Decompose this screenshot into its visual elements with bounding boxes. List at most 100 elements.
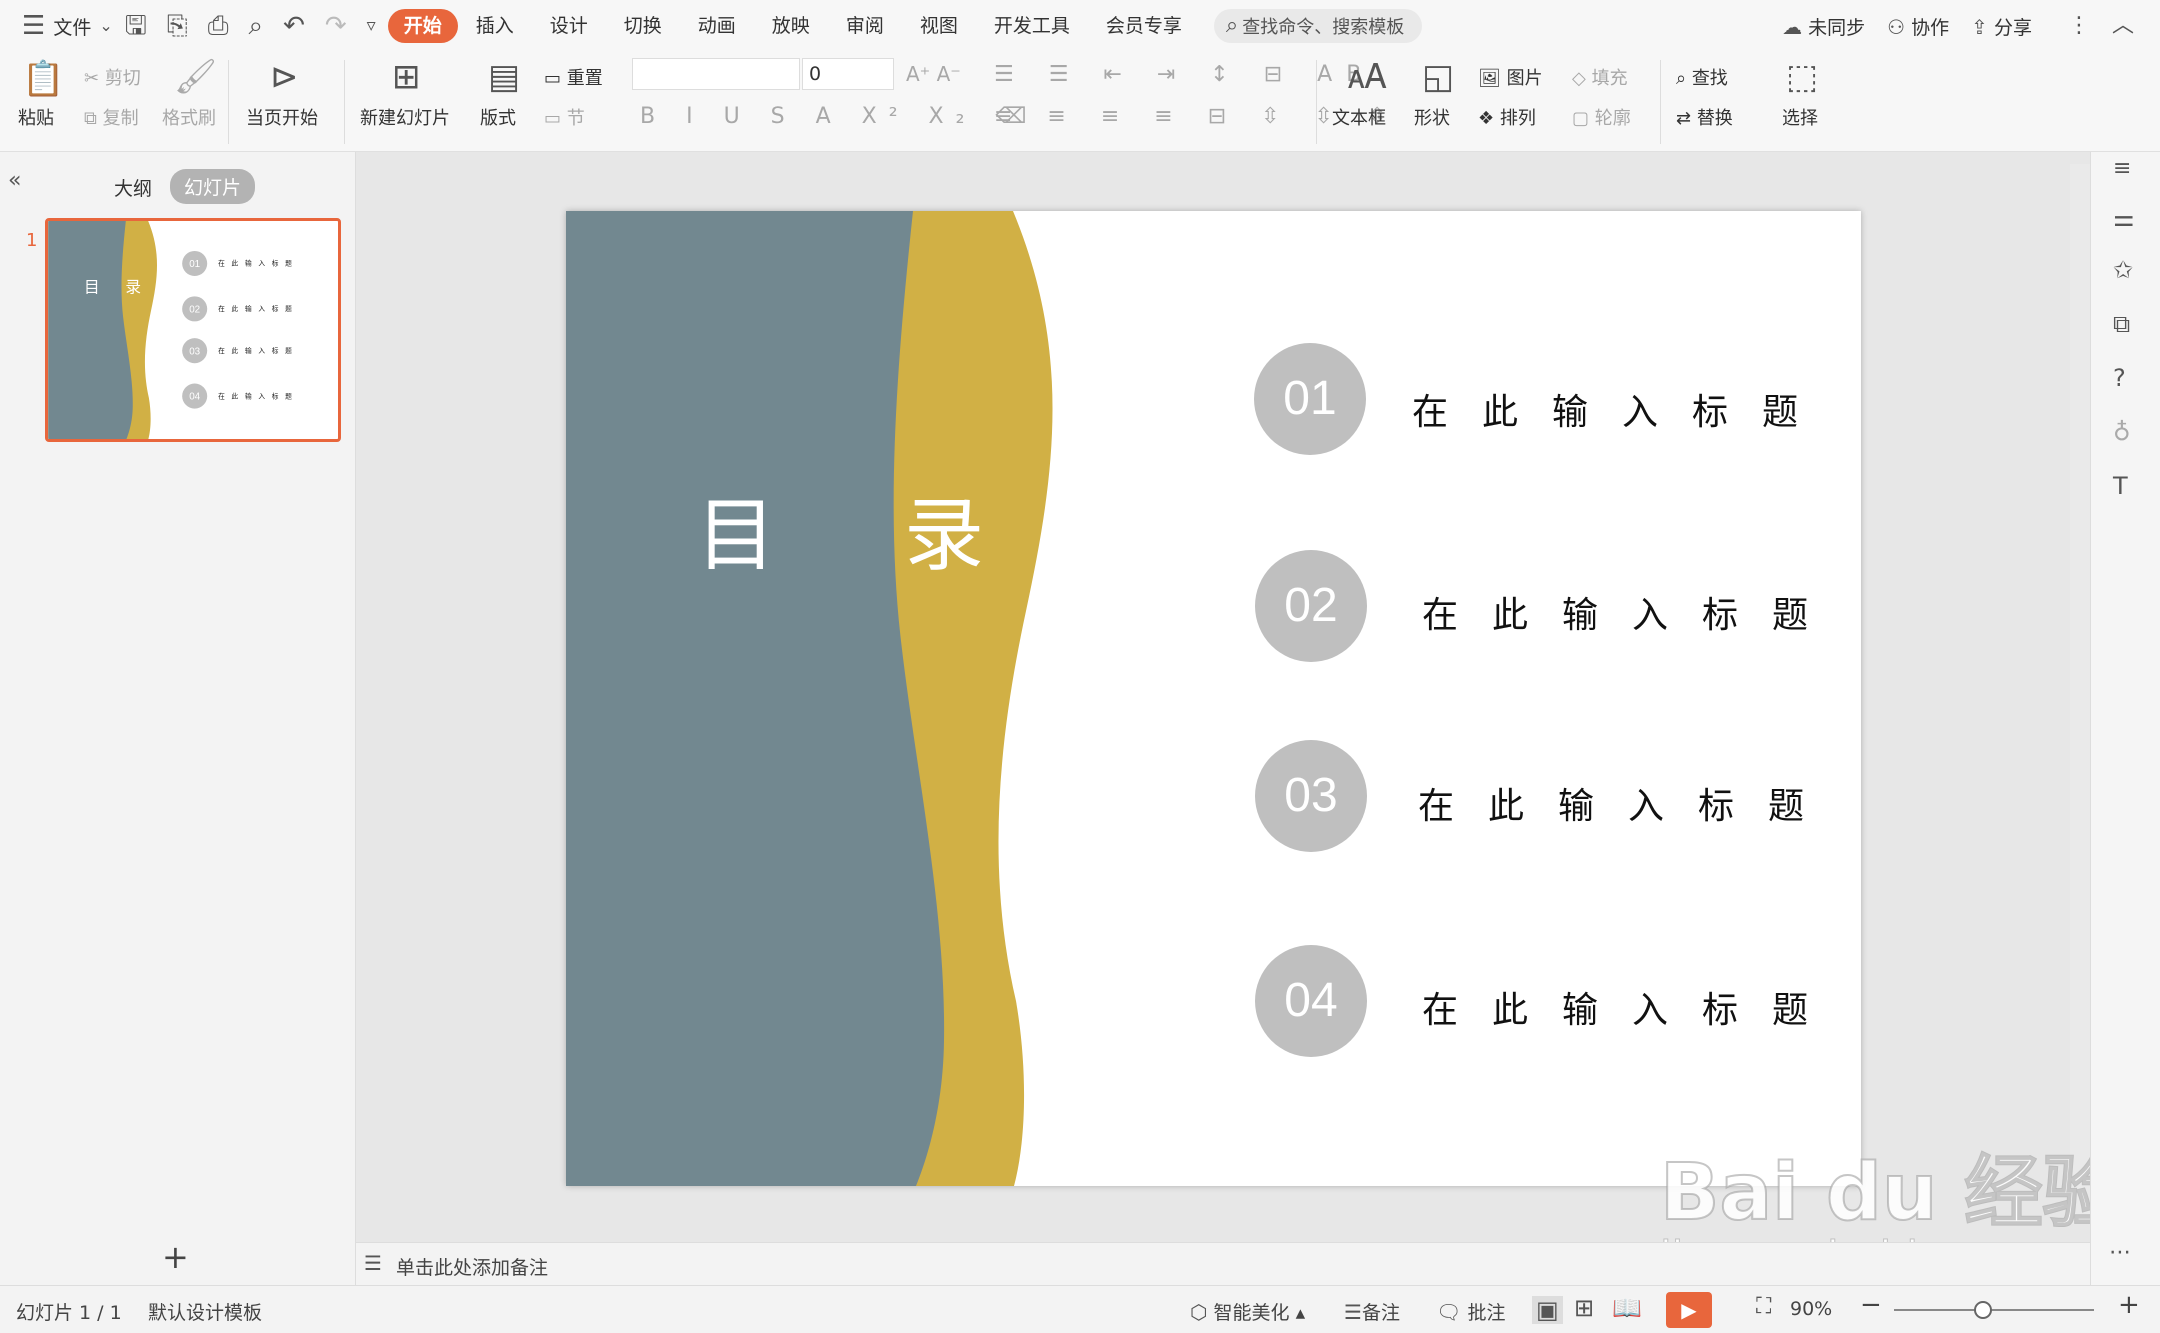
item-number-circle[interactable]: 01: [1254, 343, 1366, 455]
export-icon[interactable]: ⎘: [167, 13, 188, 39]
collapse-panel-icon[interactable]: «: [8, 170, 21, 192]
fill-button[interactable]: ◇ 填充: [1572, 64, 1628, 90]
svg-text:在此输入标题: 在此输入标题: [218, 259, 298, 268]
replace-button[interactable]: ⇄ 替换: [1676, 104, 1733, 130]
cut-button[interactable]: ✂ 剪切: [84, 64, 141, 90]
notes-toggle-button[interactable]: ☰备注: [1344, 1298, 1400, 1325]
item-title[interactable]: 在此输入标题: [1418, 777, 1838, 829]
notes-bar[interactable]: ☰ 单击此处添加备注: [356, 1242, 2090, 1285]
font-style-buttons[interactable]: B I U S A X² X₂ ⌫: [640, 104, 1039, 129]
slide[interactable]: 目 录 01 在此输入标题 02 在此输入标题 03 在此输入标题 04 在此输…: [566, 211, 1861, 1186]
tab-insert[interactable]: 插入: [458, 9, 532, 43]
item-title[interactable]: 在此输入标题: [1422, 586, 1842, 638]
format-painter-icon: 🖌: [174, 57, 218, 97]
beautify-button[interactable]: ⬡ 智能美化 ▴: [1190, 1298, 1305, 1325]
font-size-input[interactable]: 0: [802, 58, 894, 90]
new-slide-icon[interactable]: ⊞: [392, 60, 421, 94]
share-button[interactable]: ⇪ 分享: [1971, 13, 2032, 40]
help-icon[interactable]: ?: [2113, 366, 2126, 390]
item-title[interactable]: 在此输入标题: [1412, 383, 1832, 435]
tab-outline[interactable]: 大纲: [114, 174, 152, 201]
tab-slideshow[interactable]: 放映: [754, 9, 828, 43]
textbox-button[interactable]: 文本框: [1332, 104, 1386, 130]
format-painter-button[interactable]: 格式刷: [162, 104, 216, 130]
textbox-icon[interactable]: 🗚: [1348, 60, 1387, 94]
tab-animation[interactable]: 动画: [680, 9, 754, 43]
ribbon-separator: [228, 60, 229, 144]
item-number-circle[interactable]: 04: [1255, 945, 1367, 1057]
new-slide-button[interactable]: 新建幻灯片: [360, 104, 450, 130]
shape-icon[interactable]: ◱: [1422, 60, 1454, 94]
paragraph-list-buttons[interactable]: ☰ ☰ ⇤ ⇥ ↕ ⊟ AB: [994, 62, 1375, 87]
title-char-1[interactable]: 目: [696, 471, 776, 587]
item-title[interactable]: 在此输入标题: [1422, 981, 1842, 1033]
select-icon[interactable]: ⬚: [1786, 60, 1818, 94]
outline-button[interactable]: ▢ 轮廓: [1572, 104, 1631, 130]
undo-icon[interactable]: ↶: [283, 13, 305, 39]
section-button[interactable]: ▭ 节: [544, 104, 585, 130]
idea-icon[interactable]: ♁: [2113, 420, 2131, 444]
svg-text:在此输入标题: 在此输入标题: [218, 304, 298, 313]
collab-button[interactable]: ⚇ 协作: [1887, 13, 1949, 40]
arrange-button[interactable]: ❖ 排列: [1478, 104, 1536, 130]
tab-transition[interactable]: 切换: [606, 9, 680, 43]
vertical-scrollbar[interactable]: [2070, 164, 2090, 1224]
reset-button[interactable]: ▭ 重置: [544, 64, 603, 90]
comments-button[interactable]: 🗨 批注: [1436, 1298, 1505, 1325]
play-icon[interactable]: ⊳: [270, 60, 299, 94]
layout-icon[interactable]: ▤: [488, 60, 520, 94]
collapse-ribbon-icon[interactable]: ︿: [2112, 15, 2134, 37]
find-button[interactable]: ⌕ 查找: [1676, 64, 1728, 90]
sorter-view-icon[interactable]: ⊞: [1574, 1296, 1594, 1320]
sync-status[interactable]: ☁ 未同步: [1782, 13, 1865, 40]
tab-view[interactable]: 视图: [902, 9, 976, 43]
add-slide-button[interactable]: +: [162, 1238, 189, 1276]
copy-button[interactable]: ⧉ 复制: [84, 104, 139, 130]
file-menu[interactable]: ☰ 文件 ⌄: [22, 13, 113, 40]
fit-window-icon[interactable]: ⛶: [1756, 1296, 1771, 1318]
zoom-level[interactable]: 90%: [1790, 1298, 1832, 1320]
print-icon[interactable]: ⎙: [208, 13, 229, 39]
select-button[interactable]: 选择: [1782, 104, 1818, 130]
redo-icon[interactable]: ↷: [325, 13, 347, 39]
item-number-circle[interactable]: 02: [1255, 550, 1367, 662]
text-icon[interactable]: T: [2113, 474, 2128, 498]
picture-button[interactable]: 🖼 图片: [1478, 64, 1543, 90]
grow-font-icon[interactable]: A⁺ A⁻: [906, 62, 961, 86]
ribbon-separator: [1316, 60, 1317, 144]
shape-button[interactable]: 形状: [1414, 104, 1450, 130]
item-number-circle[interactable]: 03: [1255, 740, 1367, 852]
play-current-button[interactable]: 当页开始: [246, 104, 318, 130]
zoom-in-button[interactable]: +: [2118, 1290, 2140, 1320]
tab-slides[interactable]: 幻灯片: [170, 169, 256, 204]
more-icon[interactable]: ⋮: [2068, 15, 2090, 37]
font-name-input[interactable]: [632, 58, 800, 90]
paste-icon[interactable]: 📋: [22, 62, 64, 96]
command-search[interactable]: ⌕ 查找命令、搜索模板: [1213, 9, 1422, 43]
print-preview-icon[interactable]: ⌕: [249, 13, 264, 39]
tab-developer[interactable]: 开发工具: [976, 9, 1088, 43]
more-options-icon[interactable]: ⋯: [2109, 1242, 2131, 1264]
slide-thumbnail[interactable]: 目 录 01 02 03 04 在此输入标题 在此输入标题 在此输入标题 在此输入标题: [45, 218, 341, 442]
tab-member[interactable]: 会员专享: [1088, 9, 1200, 43]
template-name[interactable]: 默认设计模板: [148, 1298, 262, 1325]
paste-button[interactable]: 粘贴: [18, 104, 54, 130]
tab-home[interactable]: 开始: [387, 9, 458, 43]
zoom-slider-handle[interactable]: [1974, 1301, 1992, 1319]
zoom-out-button[interactable]: −: [1860, 1290, 1882, 1320]
zoom-slider[interactable]: [1894, 1309, 2094, 1311]
tab-design[interactable]: 设计: [532, 9, 606, 43]
slides-icon[interactable]: ⧉: [2113, 312, 2130, 336]
play-slideshow-button[interactable]: ▶: [1666, 1292, 1712, 1328]
customize-icon[interactable]: ▿: [367, 17, 376, 35]
layout-button[interactable]: 版式: [480, 104, 516, 130]
menu-icon[interactable]: ≡: [2113, 158, 2131, 180]
title-char-2[interactable]: 录: [904, 471, 984, 587]
normal-view-icon[interactable]: ▣: [1532, 1296, 1563, 1324]
comment-icon: 🗨: [1436, 1300, 1462, 1324]
properties-icon[interactable]: ⚌: [2113, 206, 2135, 230]
reading-view-icon[interactable]: 📖: [1612, 1296, 1642, 1320]
tab-review[interactable]: 审阅: [828, 9, 902, 43]
save-icon[interactable]: 🖫: [125, 13, 147, 39]
star-icon[interactable]: ✩: [2113, 258, 2133, 282]
